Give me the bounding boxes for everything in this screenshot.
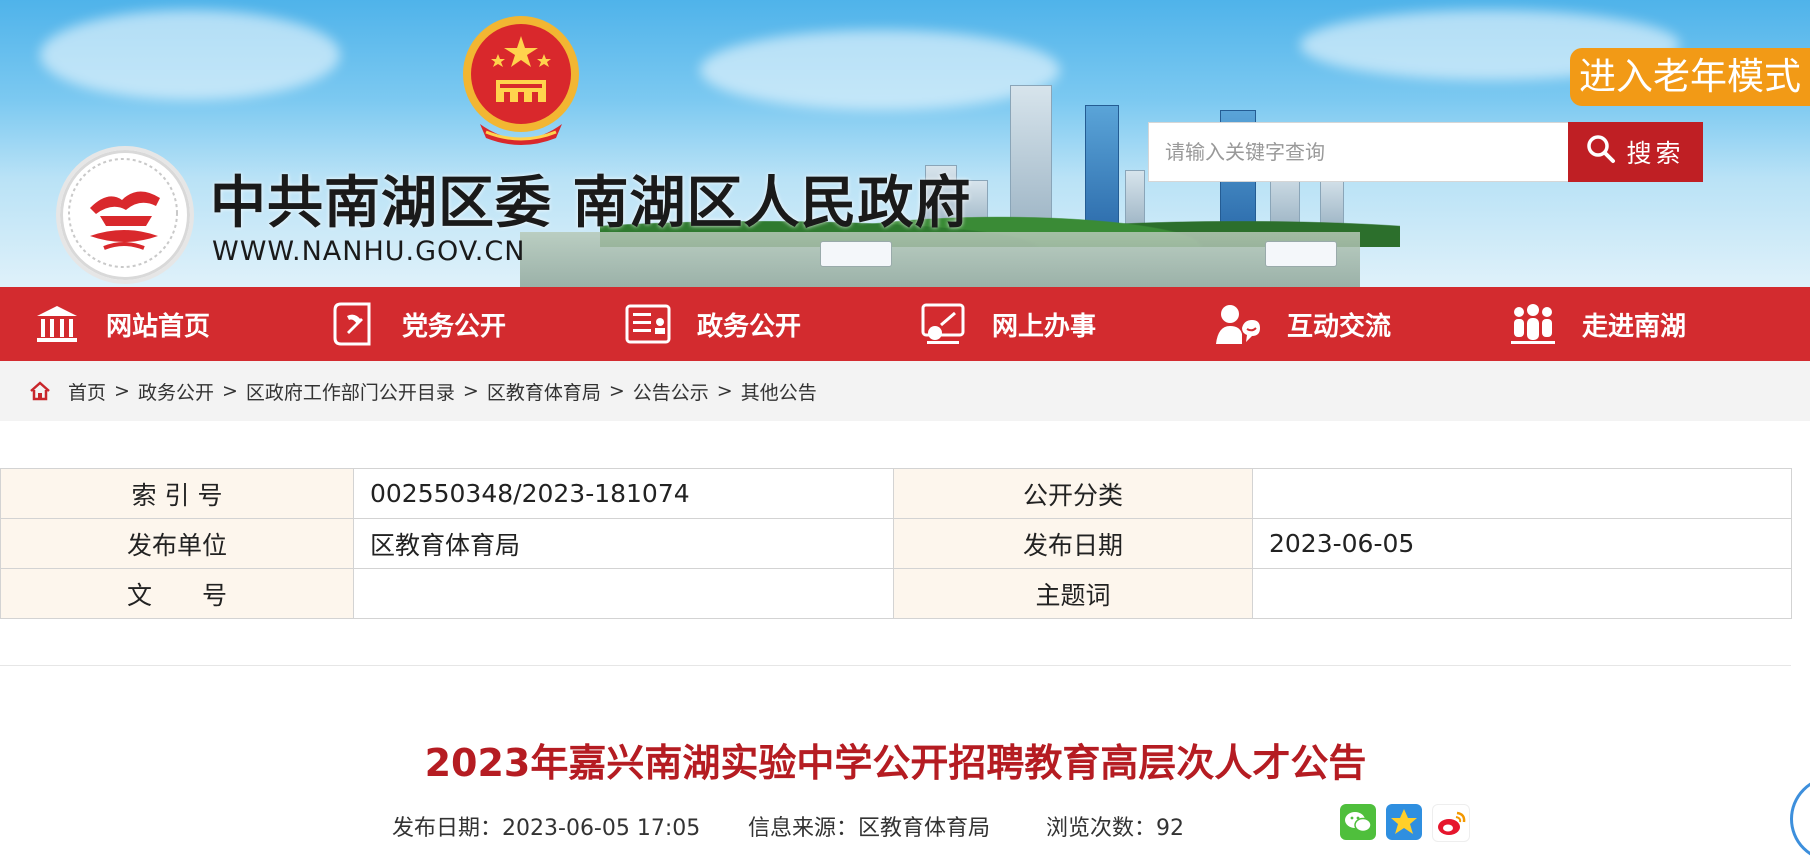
header-banner: 中共南湖区委 南湖区人民政府 WWW.NANHU.GOV.CN 进入老年模式 搜… [0, 0, 1810, 287]
article-title: 2023年嘉兴南湖实验中学公开招聘教育高层次人才公告 [424, 741, 1367, 785]
table-row: 文 号 主题词 [0, 568, 1792, 619]
breadcrumb-separator: > [462, 380, 479, 402]
chat-person-icon [1213, 299, 1263, 349]
publisher-label: 发布单位 [0, 518, 354, 569]
lake-image [520, 232, 1360, 287]
weibo-icon[interactable] [1432, 804, 1470, 842]
floating-side-button[interactable] [1790, 776, 1810, 862]
online-service-icon [918, 299, 968, 349]
article-views-value: 92 [1156, 816, 1185, 841]
document-number-value [353, 568, 894, 619]
disclosure-category-label: 公开分类 [893, 468, 1253, 519]
building-icon [32, 299, 82, 349]
document-info-table: 索 引 号 002550348/2023-181074 公开分类 发布单位 区教… [0, 468, 1792, 619]
breadcrumb-separator: > [716, 380, 733, 402]
site-url: WWW.NANHU.GOV.CN [212, 236, 526, 267]
index-number-label: 索 引 号 [0, 468, 354, 519]
article-date: 发布日期：2023-06-05 17:05 [392, 810, 700, 842]
breadcrumb-bar: 首页 > 政务公开 > 区政府工作部门公开目录 > 区教育体育局 > 公告公示 … [0, 361, 1810, 421]
boat-image [820, 241, 892, 267]
nav-item-label: 党务公开 [402, 311, 507, 342]
party-emblem-icon [328, 299, 378, 349]
nav-item-label: 网站首页 [106, 311, 211, 342]
breadcrumb-link-announcements[interactable]: 公告公示 [633, 378, 709, 405]
nav-item-label: 走进南湖 [1582, 311, 1687, 342]
breadcrumb: 首页 > 政务公开 > 区政府工作部门公开目录 > 区教育体育局 > 公告公示 … [28, 361, 817, 421]
keywords-value [1252, 568, 1792, 619]
document-number-label: 文 号 [0, 568, 354, 619]
search-box [1148, 122, 1570, 182]
breadcrumb-separator: > [608, 380, 625, 402]
nav-item-label: 政务公开 [697, 311, 802, 342]
article-views: 浏览次数：92 [1046, 810, 1184, 842]
keywords-label: 主题词 [893, 568, 1253, 619]
search-icon [1586, 134, 1616, 170]
search-input[interactable] [1149, 123, 1569, 181]
nav-item-party-affairs[interactable]: 党务公开 [328, 287, 506, 361]
boat-image [1265, 241, 1337, 267]
elder-mode-button[interactable]: 进入老年模式 [1570, 48, 1810, 106]
publish-date-label: 发布日期 [893, 518, 1253, 569]
document-icon [623, 299, 673, 349]
breadcrumb-link-government-affairs[interactable]: 政务公开 [138, 378, 214, 405]
table-row: 发布单位 区教育体育局 发布日期 2023-06-05 [0, 518, 1792, 569]
home-icon[interactable] [28, 379, 52, 403]
national-emblem-icon [460, 14, 582, 152]
people-icon [1508, 299, 1558, 349]
index-number-value: 002550348/2023-181074 [353, 468, 894, 519]
breadcrumb-link-home[interactable]: 首页 [68, 378, 106, 405]
article-source-value: 区教育体育局 [858, 816, 991, 841]
breadcrumb-link-other-announcements[interactable]: 其他公告 [741, 378, 817, 405]
breadcrumb-link-education-bureau[interactable]: 区教育体育局 [487, 378, 601, 405]
disclosure-category-value [1252, 468, 1792, 519]
breadcrumb-separator: > [221, 380, 238, 402]
article-source: 信息来源：区教育体育局 [748, 810, 990, 842]
search-button-label: 搜索 [1626, 139, 1685, 168]
nav-item-about-nanhu[interactable]: 走进南湖 [1508, 287, 1686, 361]
breadcrumb-link-department-directory[interactable]: 区政府工作部门公开目录 [246, 378, 455, 405]
breadcrumb-separator: > [114, 380, 130, 402]
article-date-value: 2023-06-05 17:05 [502, 816, 701, 841]
qzone-icon[interactable] [1386, 804, 1422, 840]
nav-item-label: 网上办事 [992, 311, 1097, 342]
wechat-icon[interactable] [1340, 804, 1376, 840]
nav-item-government-affairs[interactable]: 政务公开 [623, 287, 801, 361]
main-nav: 网站首页 党务公开 政务公开 网上办事 互动交流 走进南湖 [0, 287, 1810, 361]
publish-date-value: 2023-06-05 [1252, 518, 1792, 569]
article-source-label: 信息来源： [748, 816, 859, 841]
search-button[interactable]: 搜索 [1568, 122, 1703, 182]
nav-item-home[interactable]: 网站首页 [32, 287, 210, 361]
publisher-value: 区教育体育局 [353, 518, 894, 569]
article-date-label: 发布日期： [392, 816, 503, 841]
nav-item-interaction[interactable]: 互动交流 [1213, 287, 1391, 361]
article-views-label: 浏览次数： [1046, 816, 1157, 841]
cloud-decoration [40, 10, 340, 100]
table-row: 索 引 号 002550348/2023-181074 公开分类 [0, 468, 1792, 519]
district-logo-icon [56, 146, 194, 284]
site-title: 中共南湖区委 南湖区人民政府 [210, 171, 972, 236]
nav-item-online-service[interactable]: 网上办事 [918, 287, 1096, 361]
nav-item-label: 互动交流 [1287, 311, 1392, 342]
